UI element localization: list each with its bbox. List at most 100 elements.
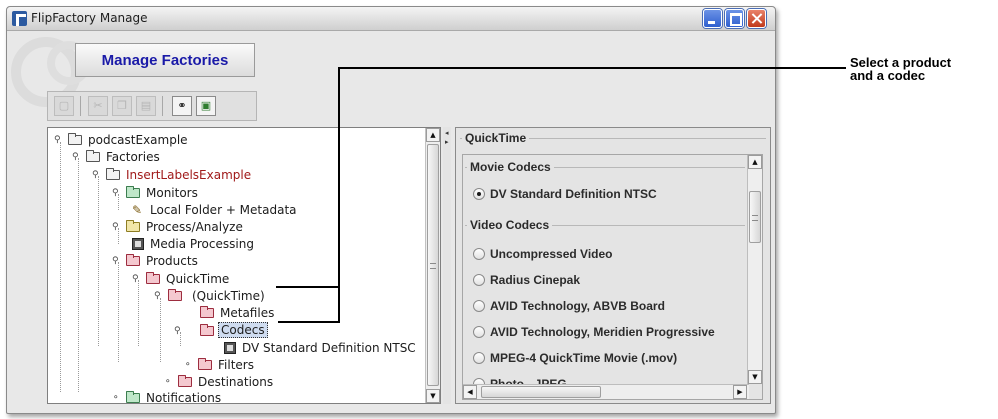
folder-icon: [126, 391, 140, 403]
movie-codecs-title: Movie Codecs: [467, 160, 554, 174]
folder-icon: [126, 186, 140, 198]
video-codecs-title: Video Codecs: [467, 218, 553, 232]
radio-selected[interactable]: [473, 188, 485, 200]
split-pane-divider[interactable]: ◂ ▸: [443, 127, 451, 404]
window-title: FlipFactory Manage: [31, 11, 148, 25]
tree-label: QuickTime: [166, 272, 230, 286]
banner-word-factories: Factories: [161, 52, 229, 69]
tree-expanded-icon[interactable]: ⚲: [92, 170, 102, 180]
scroll-thumb[interactable]: [749, 191, 761, 243]
radio-label: AVID Technology, ABVB Board: [490, 299, 665, 313]
tree-expanded-icon[interactable]: ⚲: [112, 188, 122, 198]
codec-list[interactable]: Movie Codecs DV Standard Definition NTSC…: [462, 154, 763, 400]
folder-icon: [106, 168, 120, 180]
scroll-thumb[interactable]: [427, 144, 439, 386]
folder-icon: [86, 150, 100, 162]
tree-label: (QuickTime): [192, 289, 265, 303]
new-document-button[interactable]: ▢: [54, 96, 74, 116]
tree-label: Process/Analyze: [146, 220, 243, 234]
manage-factories-banner: Manage Factories: [75, 43, 255, 77]
radio[interactable]: [473, 326, 485, 338]
tree-label: Notifications: [146, 391, 222, 405]
folder-icon: [146, 272, 160, 284]
find-button[interactable]: ⚭: [172, 96, 192, 116]
tree-label: Factories: [106, 150, 160, 164]
folder-icon: [200, 324, 214, 336]
close-button[interactable]: [747, 9, 766, 28]
tree-expanded-icon[interactable]: ⚲: [54, 135, 64, 145]
tree-label: Media Processing: [150, 237, 254, 251]
radio[interactable]: [473, 352, 485, 364]
maximize-button[interactable]: [725, 9, 744, 28]
expand-right-icon[interactable]: ▸: [445, 138, 449, 146]
callout-text: Select a product and a codec: [850, 56, 951, 82]
tree-label: podcastExample: [88, 133, 188, 147]
radio-label: MPEG-4 QuickTime Movie (.mov): [490, 351, 678, 365]
scroll-down-icon[interactable]: ▼: [426, 389, 440, 403]
radio-label: Uncompressed Video: [490, 247, 613, 261]
callout-line: [338, 67, 340, 323]
tree-label: InsertLabelsExample: [126, 168, 252, 182]
tree-expanded-icon[interactable]: ⚲: [112, 222, 122, 232]
callout-line: [338, 67, 846, 69]
panel-title: QuickTime: [462, 131, 530, 145]
callout-line: [276, 286, 338, 288]
product-settings-panel: QuickTime Movie Codecs DV Standard Defin…: [455, 127, 771, 404]
folder-watch-icon: ✎: [132, 203, 143, 217]
callout-line-2: and a codec: [850, 68, 926, 83]
copy-button[interactable]: ❐: [112, 96, 132, 116]
factory-tree[interactable]: ⚲ podcastExample ⚲ Factories ⚲ InsertLab…: [47, 127, 441, 405]
paste-button[interactable]: ▤: [136, 96, 156, 116]
folder-icon: [68, 133, 82, 145]
tree-label: Filters: [218, 358, 254, 372]
scroll-thumb[interactable]: [481, 386, 601, 398]
scroll-up-icon[interactable]: ▲: [748, 155, 762, 169]
minimize-button[interactable]: [703, 9, 722, 28]
toolbar: ▢ ✂ ❐ ▤ ⚭ ▣: [47, 91, 257, 121]
binoculars-icon: ⚭: [177, 99, 187, 112]
tree-label: Monitors: [146, 186, 198, 200]
map-icon: ▣: [200, 99, 212, 112]
radio-label: Radius Cinepak: [490, 273, 581, 287]
codec-horizontal-scrollbar[interactable]: ◀ ▶: [463, 384, 749, 399]
scroll-down-icon[interactable]: ▼: [748, 370, 762, 384]
tree-expanded-icon[interactable]: ⚲: [154, 291, 164, 301]
folder-icon: [168, 289, 182, 301]
folder-icon: [126, 220, 140, 232]
radio[interactable]: [473, 300, 485, 312]
scroll-up-icon[interactable]: ▲: [426, 128, 440, 142]
film-icon: [224, 342, 236, 354]
map-button[interactable]: ▣: [196, 96, 216, 116]
tree-collapsed-icon[interactable]: ⚬: [112, 393, 122, 403]
tree-expanded-icon[interactable]: ⚲: [132, 274, 142, 284]
callout-line: [278, 321, 340, 323]
tree-expanded-icon[interactable]: ⚲: [72, 152, 82, 162]
folder-icon: [200, 306, 214, 318]
radio[interactable]: [473, 274, 485, 286]
codec-vertical-scrollbar[interactable]: ▲ ▼: [747, 155, 762, 384]
folder-icon: [126, 254, 140, 266]
tree-label: Destinations: [198, 375, 274, 389]
tree-label: Local Folder + Metadata: [150, 203, 297, 217]
tree-expanded-icon[interactable]: ⚲: [112, 256, 122, 266]
folder-icon: [198, 358, 212, 370]
film-icon: [132, 238, 144, 250]
app-icon: [12, 11, 27, 26]
radio-label: DV Standard Definition NTSC: [490, 187, 657, 201]
collapse-left-icon[interactable]: ◂: [445, 129, 449, 137]
radio[interactable]: [473, 248, 485, 260]
scroll-left-icon[interactable]: ◀: [463, 385, 477, 399]
cut-button[interactable]: ✂: [88, 96, 108, 116]
tree-vertical-scrollbar[interactable]: ▲ ▼: [425, 128, 440, 403]
tree-label: DV Standard Definition NTSC: [242, 341, 416, 355]
tree-collapsed-icon[interactable]: ⚬: [184, 360, 194, 370]
banner-word-manage: Manage: [101, 52, 158, 69]
title-bar[interactable]: FlipFactory Manage: [7, 7, 775, 31]
tree-collapsed-icon[interactable]: ⚬: [164, 377, 174, 387]
tree-expanded-icon[interactable]: ⚲: [174, 326, 184, 336]
scroll-right-icon[interactable]: ▶: [733, 385, 747, 399]
tree-label: Metafiles: [220, 306, 275, 320]
tree-label-selected: Codecs: [218, 322, 268, 338]
folder-icon: [178, 375, 192, 387]
radio-label: AVID Technology, Meridien Progressive: [490, 325, 715, 339]
